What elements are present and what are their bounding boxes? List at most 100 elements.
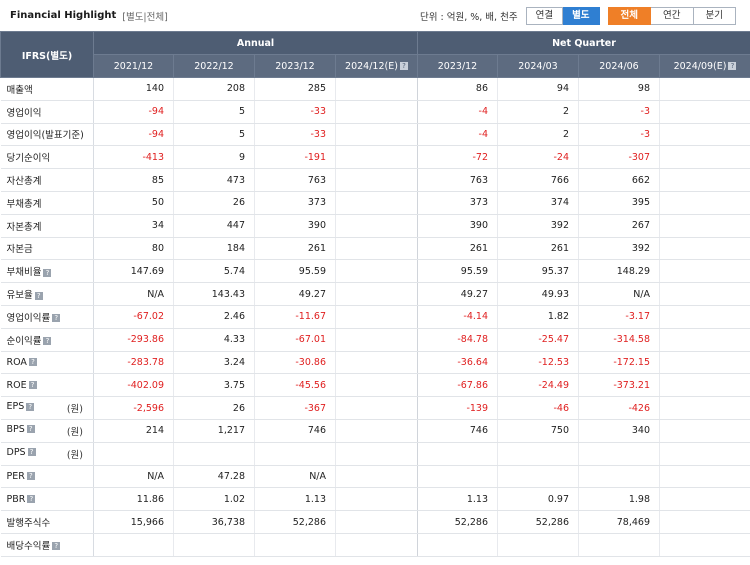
quarter-value-cell: 261 [417, 237, 498, 261]
quarter-value-cell: -12.53 [497, 351, 579, 375]
quarter-value-cell: 98 [578, 77, 660, 101]
quarter-value-cell: 86 [417, 77, 498, 101]
annual-value-cell [335, 396, 418, 420]
annual-value-cell: 52,286 [254, 510, 336, 534]
help-icon[interactable]: ? [34, 291, 43, 300]
annual-value-cell: 36,738 [173, 510, 255, 534]
row-label: 발행주식수 [0, 510, 94, 534]
quarter-value-cell: -4 [417, 100, 498, 124]
help-icon[interactable]: ? [52, 542, 61, 551]
quarter-value-cell: -3 [578, 123, 660, 147]
annual-value-cell: N/A [93, 465, 174, 489]
period-quarter-button[interactable]: 분기 [693, 6, 736, 25]
quarter-value-cell: 373 [417, 191, 498, 215]
help-icon[interactable]: ? [26, 402, 35, 411]
annual-value-cell: -67.01 [254, 328, 336, 352]
period-all-button[interactable]: 전체 [607, 6, 652, 25]
quarter-value-cell: -4 [417, 123, 498, 147]
annual-value-cell: 5 [173, 100, 255, 124]
annual-col-header-estimate: 2024/12(E)? [335, 54, 418, 78]
quarter-value-cell: -373.21 [578, 373, 660, 398]
quarter-value-cell: -46 [497, 396, 579, 420]
section-subtitle: [별도|전체] [122, 11, 168, 23]
annual-value-cell: N/A [93, 282, 174, 306]
quarter-value-cell [578, 442, 660, 466]
quarter-value-cell [659, 373, 750, 398]
row-unit: (원) [66, 404, 83, 416]
help-icon[interactable]: ? [43, 337, 52, 346]
quarter-value-cell: 392 [578, 237, 660, 261]
annual-value-cell: -402.09 [93, 373, 174, 398]
row-label-text: 순이익률 [6, 335, 42, 347]
row-label: 영업이익률? [0, 305, 94, 329]
annual-value-cell: 50 [93, 191, 174, 215]
row-label: EPS? (원) [0, 396, 94, 420]
help-icon[interactable]: ? [27, 495, 36, 504]
annual-value-cell [335, 237, 418, 261]
table-row: 당기순이익 -413 9 -191 -72 -24 -307 [0, 145, 750, 170]
table-row: 발행주식수 15,966 36,738 52,286 52,286 52,286 78,46… [0, 510, 750, 534]
annual-value-cell: 2.46 [173, 305, 255, 329]
quarter-value-cell [659, 145, 750, 170]
row-label-text: 영업이익 [6, 107, 42, 119]
quarter-value-cell: 746 [417, 419, 498, 443]
help-icon[interactable]: ? [28, 381, 37, 390]
quarter-value-cell: 395 [578, 191, 660, 215]
table-body: 매출액 140 208 285 86 94 98 영업이익 -94 5 -33 -4 2 -3 영업이익(발… [0, 77, 750, 557]
help-icon[interactable]: ? [43, 268, 52, 277]
help-icon[interactable]: ? [52, 314, 61, 323]
row-label-text: 자본금 [6, 244, 33, 256]
annual-col-header: 2023/12 [254, 54, 336, 78]
row-label: 배당수익률? [0, 533, 94, 557]
row-label: 매출액 [0, 77, 94, 101]
help-icon[interactable]: ? [26, 425, 35, 434]
annual-value-cell [335, 77, 418, 101]
help-icon[interactable]: ? [399, 62, 408, 70]
period-annual-button[interactable]: 연간 [651, 6, 694, 25]
section-title: Financial Highlight [10, 10, 117, 21]
quarter-value-cell: -426 [578, 396, 660, 420]
row-label: 유보율? [0, 282, 94, 306]
row-unit: (원) [66, 449, 83, 461]
quarter-value-cell: 750 [497, 419, 579, 443]
annual-value-cell: -33 [254, 100, 336, 124]
quarter-col-header: 2023/12 [417, 54, 498, 78]
annual-value-cell: 49.27 [254, 282, 336, 306]
quarter-value-cell [659, 123, 750, 147]
row-label-text: ROA [6, 356, 27, 368]
annual-value-cell: N/A [254, 465, 336, 489]
annual-value-cell [254, 442, 336, 466]
quarter-value-cell: -25.47 [497, 328, 579, 352]
quarter-value-cell: N/A [578, 282, 660, 306]
quarter-value-cell [578, 533, 660, 557]
annual-value-cell: 26 [173, 191, 255, 215]
row-label-text: 부채비율 [6, 267, 42, 279]
quarter-value-cell: 392 [497, 214, 579, 238]
annual-value-cell [335, 419, 418, 443]
annual-value-cell: 143.43 [173, 282, 255, 306]
quarter-value-cell: 148.29 [578, 259, 660, 284]
scope-toggle: 연결 별도 [525, 6, 600, 25]
scope-separate-button[interactable]: 별도 [563, 6, 600, 25]
help-icon[interactable]: ? [28, 358, 37, 367]
scope-consolidated-button[interactable]: 연결 [525, 6, 564, 25]
quarter-value-cell: -314.58 [578, 328, 660, 352]
help-icon[interactable]: ? [26, 472, 35, 481]
quarter-value-cell [497, 533, 579, 557]
annual-value-cell: -191 [254, 145, 336, 170]
quarter-value-cell: 52,286 [497, 510, 579, 534]
row-label-text: 자본총계 [6, 221, 42, 233]
row-label-text: 영업이익(발표기준) [6, 130, 84, 142]
quarter-value-cell [659, 214, 750, 238]
row-label-text: 영업이익률 [6, 312, 51, 324]
quarter-value-cell: -24 [497, 145, 579, 170]
table-row: 유보율? N/A 143.43 49.27 49.27 49.93 N/A [0, 282, 750, 306]
help-icon[interactable]: ? [728, 62, 737, 70]
annual-value-cell [335, 282, 418, 306]
annual-value-cell: 47.28 [173, 465, 255, 489]
annual-value-cell: 26 [173, 396, 255, 420]
annual-value-cell: 447 [173, 214, 255, 238]
quarter-value-cell: 261 [497, 237, 579, 261]
help-icon[interactable]: ? [27, 448, 36, 457]
quarter-value-cell [659, 351, 750, 375]
